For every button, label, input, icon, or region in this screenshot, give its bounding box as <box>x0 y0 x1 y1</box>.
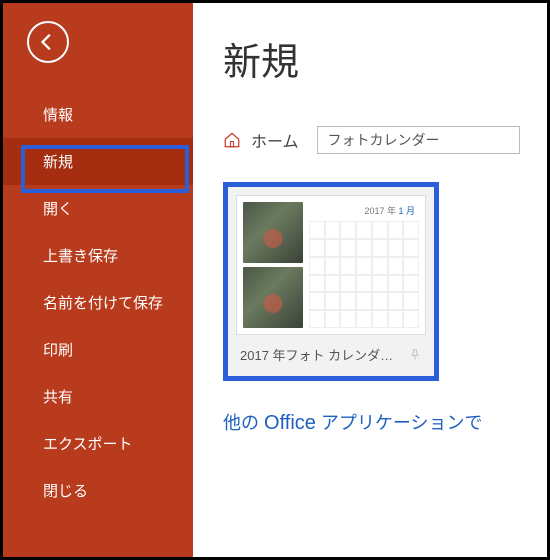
template-caption: 2017 年フォト カレンダ… <box>240 345 393 364</box>
pin-icon[interactable] <box>408 348 422 362</box>
sidebar-item-3[interactable]: 上書き保存 <box>3 232 193 279</box>
template-card-photo-calendar[interactable]: 2017 年 1 月 2017 年フォト カレンダ… <box>223 182 439 381</box>
sidebar-item-8[interactable]: 閉じる <box>3 467 193 514</box>
arrow-left-icon <box>37 31 59 53</box>
thumbnail-cal-header: 2017 年 1 月 <box>309 202 419 221</box>
template-search-input[interactable] <box>317 126 520 154</box>
sidebar-item-2[interactable]: 開く <box>3 185 193 232</box>
home-icon <box>223 131 241 149</box>
page-title: 新規 <box>223 31 547 86</box>
sidebar-item-7[interactable]: エクスポート <box>3 420 193 467</box>
other-office-apps-link[interactable]: 他の Office アプリケーションで <box>223 409 547 435</box>
sidebar-item-5[interactable]: 印刷 <box>3 326 193 373</box>
sidebar-item-0[interactable]: 情報 <box>3 91 193 138</box>
breadcrumb: ホーム <box>223 126 547 154</box>
template-thumbnail: 2017 年 1 月 <box>236 195 426 335</box>
sidebar-item-1[interactable]: 新規 <box>3 138 193 185</box>
backstage-sidebar: 情報新規開く上書き保存名前を付けて保存印刷共有エクスポート閉じる <box>3 3 193 557</box>
thumbnail-photo <box>243 202 303 263</box>
main-area: 新規 ホーム 2017 年 1 月 <box>193 3 547 557</box>
back-button[interactable] <box>27 21 69 63</box>
sidebar-item-6[interactable]: 共有 <box>3 373 193 420</box>
home-label[interactable]: ホーム <box>251 128 299 152</box>
thumbnail-photo <box>243 267 303 328</box>
sidebar-item-4[interactable]: 名前を付けて保存 <box>3 279 193 326</box>
